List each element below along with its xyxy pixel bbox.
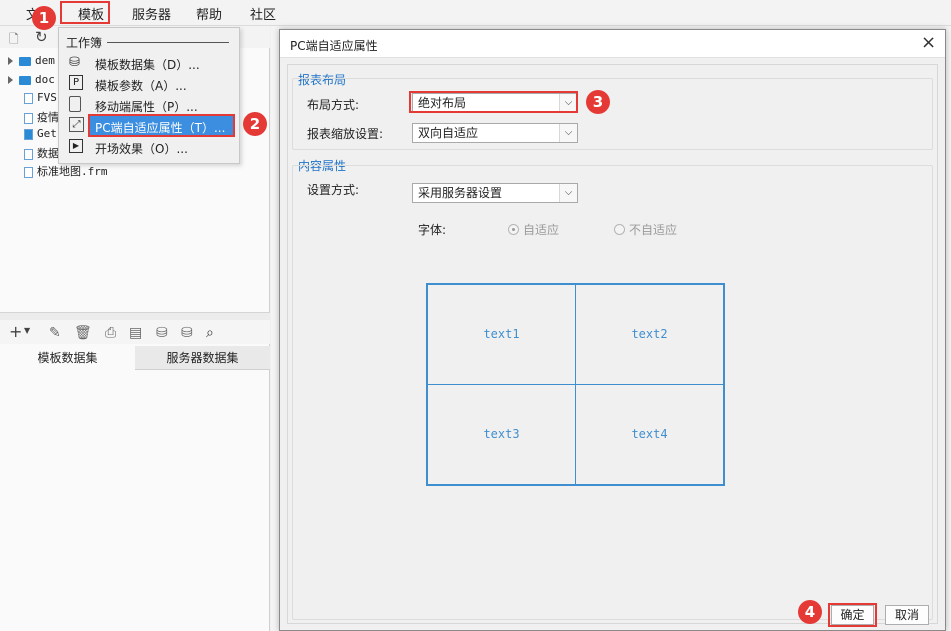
delete-icon[interactable]: 🗑 xyxy=(74,325,92,341)
zoom-setting-select[interactable]: 双向自适应 ⌵ xyxy=(412,123,578,143)
radio-adaptive[interactable]: 自适应 xyxy=(508,221,559,238)
database-settings-icon[interactable]: ⛁ xyxy=(181,325,193,341)
dropdown-header: 工作簿 xyxy=(66,36,103,50)
panel-splitter[interactable] xyxy=(0,312,270,320)
expand-arrow-icon[interactable] xyxy=(8,76,13,84)
highlight-box-ok xyxy=(828,603,877,627)
add-icon[interactable]: + xyxy=(9,322,22,341)
chevron-down-icon[interactable]: ▼ xyxy=(24,326,30,335)
tree-item[interactable]: Get xyxy=(24,127,57,145)
folder-icon xyxy=(19,75,31,85)
highlight-box-layout xyxy=(409,91,578,113)
tree-item[interactable]: 标准地图.frm xyxy=(24,163,108,181)
callout-step-3: 3 xyxy=(586,90,610,114)
tab-template-dataset[interactable]: 模板数据集 xyxy=(0,346,135,370)
dialog-content: 报表布局 布局方式: 绝对布局 ⌵ 报表缩放设置: 双向自适应 ⌵ 内容属性 设… xyxy=(287,64,938,624)
chevron-down-icon[interactable]: ⌵ xyxy=(559,124,577,142)
menu-bar: 文 模板 服务器 帮助 社区 xyxy=(0,0,951,26)
template-menu-dropdown: 工作簿 ⛁ 模板数据集（D）... P 模板参数（A）... 移动端属性（P）.… xyxy=(58,27,240,164)
cancel-button[interactable]: 取消 xyxy=(885,605,929,625)
tab-server-dataset[interactable]: 服务器数据集 xyxy=(135,346,270,370)
header-divider xyxy=(107,42,229,43)
tree-item[interactable]: FVS xyxy=(24,91,57,109)
callout-step-1: 1 xyxy=(32,6,56,30)
refresh-icon[interactable]: ↻ xyxy=(35,28,48,46)
search-icon[interactable]: ⌕ xyxy=(206,325,214,341)
menu-item-template-dataset[interactable]: ⛁ 模板数据集（D）... xyxy=(59,52,239,73)
callout-step-2: 2 xyxy=(243,112,267,136)
callout-step-4: 4 xyxy=(798,600,822,624)
menu-community[interactable]: 社区 xyxy=(250,4,276,23)
layout-mode-label: 布局方式: xyxy=(307,98,360,112)
tree-item[interactable]: 数据 xyxy=(24,145,59,163)
dialog-titlebar: PC端自适应属性 × xyxy=(280,30,945,58)
radio-unchecked-icon xyxy=(614,224,625,235)
parameter-icon: P xyxy=(69,75,83,90)
tree-item[interactable]: doc xyxy=(8,73,55,91)
menu-help[interactable]: 帮助 xyxy=(196,4,222,23)
highlight-box-pc-adaptive xyxy=(88,114,235,137)
file-icon xyxy=(24,166,33,178)
setting-mode-select[interactable]: 采用服务器设置 ⌵ xyxy=(412,183,578,203)
tree-item[interactable]: dem xyxy=(8,54,55,72)
dataset-toolbar: + ▼ ✎ 🗑 ⎙ ▤ ⛁ ⛁ ⌕ xyxy=(0,320,270,344)
pc-adaptive-dialog: PC端自适应属性 × 报表布局 布局方式: 绝对布局 ⌵ 报表缩放设置: 双向自… xyxy=(279,29,946,631)
database-icon[interactable]: ⛁ xyxy=(156,325,168,341)
menu-item-mobile-property[interactable]: 移动端属性（P）... xyxy=(59,94,239,115)
new-folder-icon[interactable]: 🗋 xyxy=(9,30,19,51)
radio-non-adaptive[interactable]: 不自适应 xyxy=(614,221,677,238)
preview-cell: text1 xyxy=(427,284,576,385)
tree-item[interactable]: 疫情 xyxy=(24,109,59,127)
chevron-down-icon[interactable]: ⌵ xyxy=(559,184,577,202)
expand-arrow-icon[interactable] xyxy=(8,57,13,65)
menu-item-pc-adaptive-property[interactable]: ⤢ PC端自适应属性（T）... xyxy=(59,114,239,137)
setting-mode-label: 设置方式: xyxy=(307,183,360,197)
menu-item-template-parameter[interactable]: P 模板参数（A）... xyxy=(59,73,239,94)
file-icon xyxy=(24,148,33,160)
radio-checked-icon xyxy=(508,224,519,235)
file-icon xyxy=(24,112,33,124)
dataset-edit-icon[interactable]: ▤ xyxy=(129,325,142,341)
form-file-icon xyxy=(24,128,33,140)
zoom-setting-label: 报表缩放设置: xyxy=(307,127,384,141)
preview-icon[interactable]: ⎙ xyxy=(105,325,116,341)
font-label: 字体: xyxy=(418,223,447,237)
highlight-box-template-menu xyxy=(60,1,110,24)
expand-icon: ⤢ xyxy=(69,117,84,132)
preview-cell: text3 xyxy=(427,384,576,485)
edit-icon[interactable]: ✎ xyxy=(49,325,61,341)
dialog-title: PC端自适应属性 xyxy=(290,39,378,53)
menu-server[interactable]: 服务器 xyxy=(132,4,171,23)
mobile-icon xyxy=(69,96,81,112)
database-icon: ⛁ xyxy=(69,55,80,70)
folder-icon xyxy=(19,56,31,66)
file-icon xyxy=(24,92,33,104)
preview-cell: text4 xyxy=(575,384,724,485)
dataset-tabs: 模板数据集 服务器数据集 xyxy=(0,346,270,370)
layout-group xyxy=(292,78,933,150)
close-icon[interactable]: × xyxy=(921,32,936,53)
preview-cell: text2 xyxy=(575,284,724,385)
preview-grid: text1 text2 text3 text4 xyxy=(426,283,725,486)
play-icon: ▶ xyxy=(69,139,83,153)
menu-item-opening-effect[interactable]: ▶ 开场效果（O）... xyxy=(59,136,239,157)
